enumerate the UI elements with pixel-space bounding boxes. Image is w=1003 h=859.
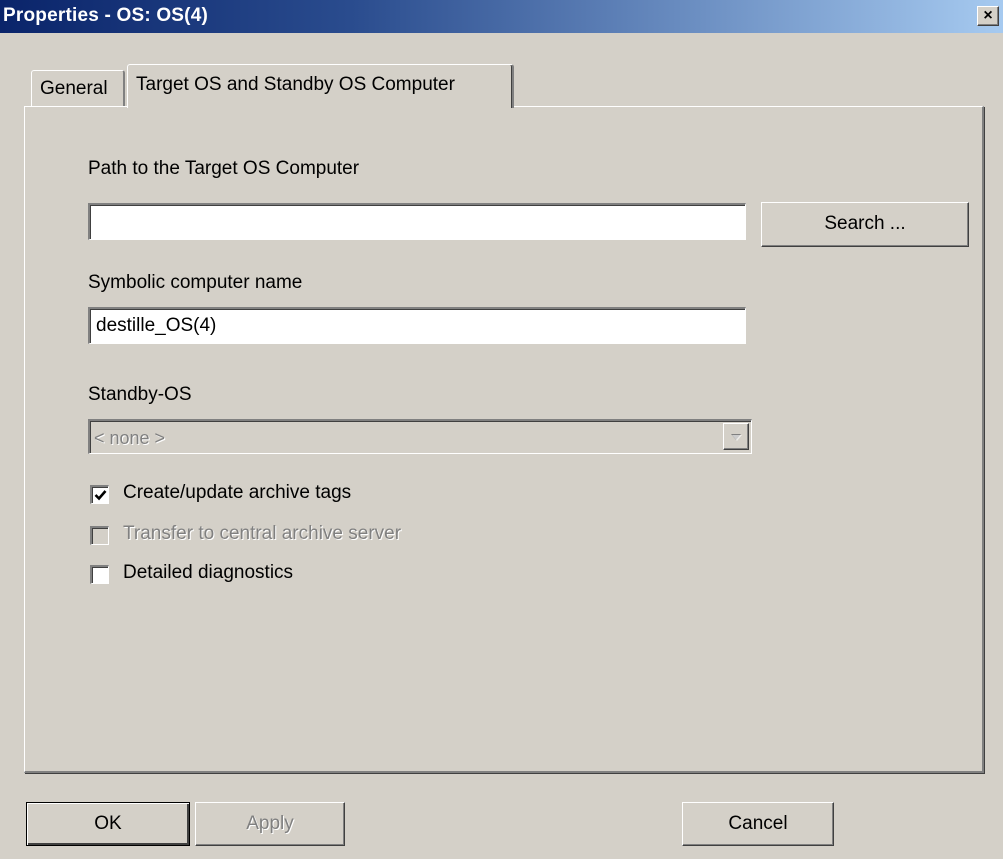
tab-target-os[interactable]: Target OS and Standby OS Computer bbox=[127, 64, 514, 108]
detailed-diagnostics-label: Detailed diagnostics bbox=[123, 562, 294, 583]
search-button-label: Search ... bbox=[824, 213, 906, 234]
window-title: Properties - OS: OS(4) bbox=[3, 5, 208, 26]
tab-general[interactable]: General bbox=[31, 70, 125, 106]
standby-dropdown-button[interactable] bbox=[723, 423, 749, 450]
symbolic-name-value: destille_OS(4) bbox=[96, 315, 217, 336]
target-path-input[interactable] bbox=[88, 203, 746, 240]
create-archive-tags-label: Create/update archive tags bbox=[123, 482, 352, 503]
title-bar: Properties - OS: OS(4) × bbox=[0, 0, 1003, 33]
cancel-button-label: Cancel bbox=[728, 813, 788, 834]
checkmark-icon bbox=[94, 490, 106, 501]
standby-os-value: < none > bbox=[94, 428, 166, 448]
ok-button-label: OK bbox=[94, 813, 122, 834]
close-button[interactable]: × bbox=[977, 6, 999, 26]
symbolic-name-input[interactable]: destille_OS(4) bbox=[88, 307, 746, 344]
apply-button-label: Apply bbox=[246, 813, 294, 834]
standby-os-label: Standby-OS bbox=[88, 384, 192, 405]
transfer-archive-server-label: Transfer to central archive server bbox=[123, 523, 402, 544]
chevron-down-icon bbox=[731, 433, 742, 441]
standby-os-select[interactable]: < none > bbox=[88, 419, 752, 454]
transfer-archive-server-checkbox[interactable] bbox=[90, 526, 109, 545]
search-button[interactable]: Search ... bbox=[761, 202, 969, 247]
close-icon: × bbox=[983, 7, 993, 24]
tab-general-label: General bbox=[40, 78, 108, 99]
cancel-button[interactable]: Cancel bbox=[682, 802, 834, 846]
target-path-label: Path to the Target OS Computer bbox=[88, 158, 360, 179]
apply-button[interactable]: Apply bbox=[195, 802, 345, 846]
detailed-diagnostics-checkbox[interactable] bbox=[90, 565, 109, 584]
tab-target-os-label: Target OS and Standby OS Computer bbox=[136, 74, 455, 95]
ok-button[interactable]: OK bbox=[26, 802, 190, 846]
symbolic-name-label: Symbolic computer name bbox=[88, 272, 303, 293]
create-archive-tags-checkbox[interactable] bbox=[90, 485, 109, 504]
